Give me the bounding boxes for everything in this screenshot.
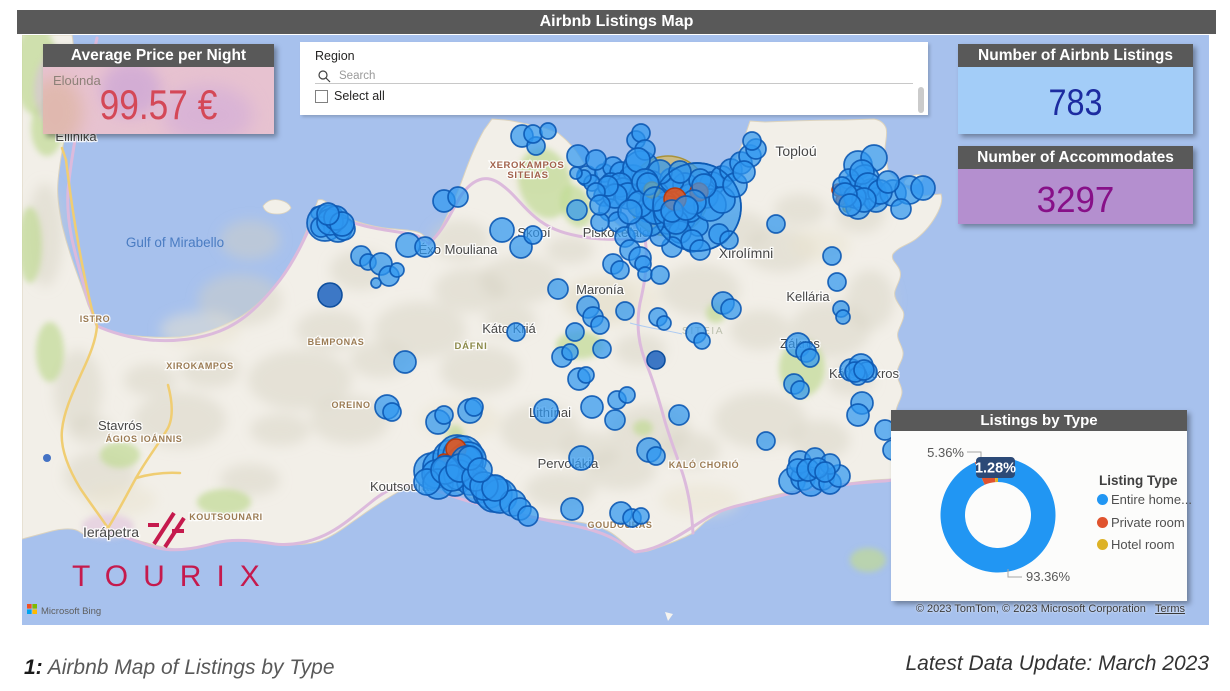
svg-text:Ierápetra: Ierápetra [83,524,139,540]
svg-text:XIROKAMPOS: XIROKAMPOS [166,361,234,371]
svg-text:Kellária: Kellária [786,289,830,304]
svg-text:Maronía: Maronía [576,282,624,297]
svg-text:ÁGIOS IOÁNNIS: ÁGIOS IOÁNNIS [106,434,183,444]
svg-text:BÉMPONAS: BÉMPONAS [308,337,365,347]
svg-text:5.36%: 5.36% [927,445,964,460]
svg-text:Gulf of Mirabello: Gulf of Mirabello [126,235,224,250]
svg-text:OREINO: OREINO [331,400,370,410]
svg-text:ISTRO: ISTRO [80,314,111,324]
svg-text:KALÓ CHORIÓ: KALÓ CHORIÓ [669,459,740,470]
svg-text:93.36%: 93.36% [1026,569,1071,584]
svg-text:Stavrós: Stavrós [98,418,143,433]
svg-text:Toploú: Toploú [775,143,816,159]
svg-text:1.28%: 1.28% [975,461,1016,477]
svg-text:KOUTSOUNARI: KOUTSOUNARI [189,512,263,522]
svg-text:DÁFNI: DÁFNI [454,341,487,352]
svg-text:SITEIAS: SITEIAS [507,170,548,181]
